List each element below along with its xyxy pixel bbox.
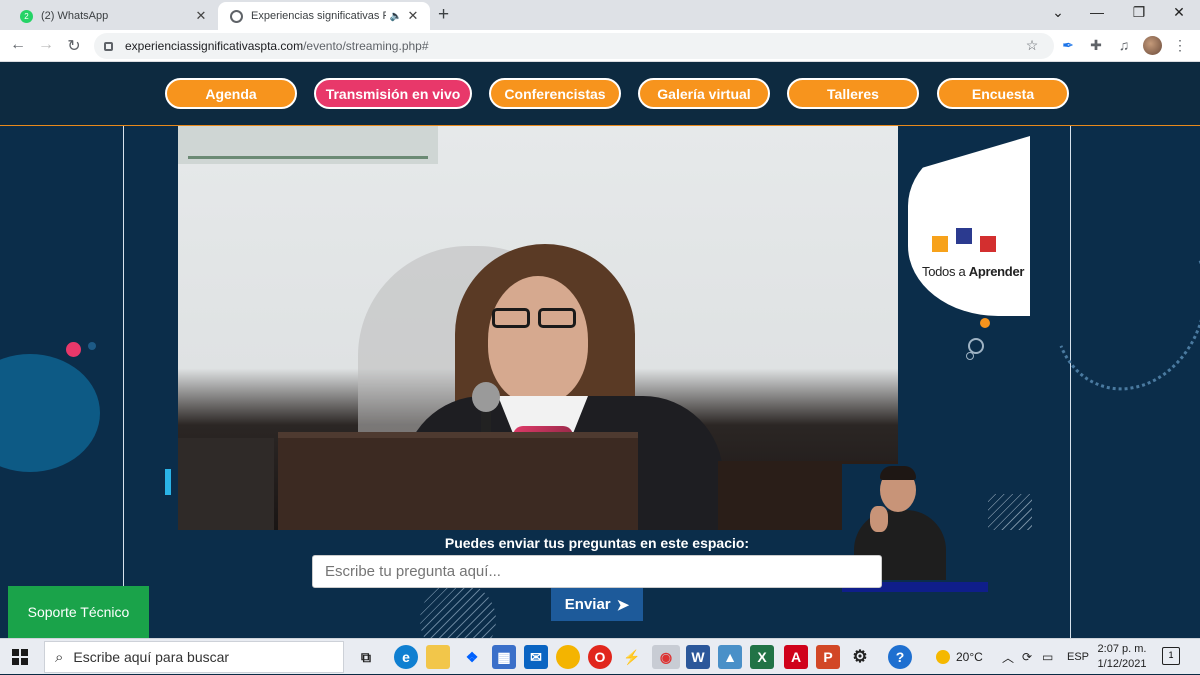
decor-bar: [165, 469, 171, 495]
cubes-icon: [932, 228, 1002, 256]
tray-chevron-icon[interactable]: ︿: [1002, 639, 1014, 675]
word-icon[interactable]: W: [686, 645, 710, 669]
windows-start-icon[interactable]: [12, 649, 28, 665]
acrobat-icon[interactable]: A: [784, 645, 808, 669]
speaker-glasses: [492, 308, 584, 330]
decor-dot: [980, 318, 990, 328]
lock-icon: [104, 41, 113, 51]
microphone-icon: [472, 382, 500, 412]
edge-icon[interactable]: e: [394, 645, 418, 669]
tab-title: Experiencias significativas PT: [251, 10, 386, 22]
menu-kebab-icon[interactable]: ⋮: [1170, 37, 1190, 54]
system-clock[interactable]: 2:07 p. m. 1/12/2021: [1096, 642, 1148, 672]
store-icon[interactable]: ▦: [492, 645, 516, 669]
projection-screen: [178, 126, 438, 164]
browser-toolbar: ← → ↻ experienciassignificativaspta.com /…: [0, 30, 1200, 62]
send-button[interactable]: Enviar ➤: [551, 588, 643, 621]
app-icon[interactable]: ⚡: [620, 645, 644, 669]
tab-experiencias[interactable]: Experiencias significativas PT 🔈 ✕: [218, 2, 430, 30]
taskbar-search-placeholder: Escribe aquí para buscar: [73, 649, 230, 665]
profile-avatar[interactable]: [1143, 36, 1162, 55]
weather-widget[interactable]: 20°C: [936, 639, 983, 675]
speaker-icon[interactable]: 🔈: [390, 11, 402, 22]
decor-dotted-arc: [1028, 191, 1200, 413]
forward-icon[interactable]: →: [36, 36, 56, 54]
close-window-button[interactable]: ✕: [1164, 4, 1194, 21]
podium: [278, 432, 638, 530]
back-icon[interactable]: ←: [8, 36, 28, 54]
globe-icon: [230, 9, 243, 23]
minimize-button[interactable]: —: [1082, 4, 1112, 20]
extension-pen-icon[interactable]: ✒: [1058, 37, 1078, 54]
chrome-icon[interactable]: ◉: [652, 645, 680, 669]
nav-talleres[interactable]: Talleres: [787, 78, 919, 109]
clock-date: 1/12/2021: [1097, 658, 1147, 670]
nav-transmision-en-vivo[interactable]: Transmisión en vivo: [314, 78, 472, 109]
task-view-icon[interactable]: ⧉: [354, 645, 378, 669]
decor-stripes: [988, 494, 1032, 530]
decor-circle: [0, 354, 100, 472]
speaker-face: [488, 276, 588, 404]
excel-icon[interactable]: X: [750, 645, 774, 669]
language-indicator[interactable]: ESP: [1067, 639, 1089, 675]
questions-label: Puedes enviar tus preguntas en este espa…: [444, 535, 750, 551]
decor-ring: [966, 352, 974, 360]
settings-gear-icon[interactable]: ⚙: [848, 645, 872, 669]
todos-a-aprender-logo: Todos a Aprender: [908, 136, 1030, 316]
tab-strip: 2 (2) WhatsApp ✕ Experiencias significat…: [0, 0, 1200, 30]
temperature: 20°C: [956, 650, 983, 664]
windows-taskbar: ⌕ Escribe aquí para buscar ⧉ e ❖ ▦ ✉ O ⚡…: [0, 638, 1200, 674]
frame-line-left: [123, 126, 124, 638]
decor-stripes: [420, 582, 496, 638]
bookmark-star-icon[interactable]: ☆: [1022, 37, 1042, 54]
chrome-canary-icon[interactable]: [556, 645, 580, 669]
search-icon: ⌕: [55, 648, 64, 666]
media-control-icon[interactable]: ♫: [1114, 37, 1134, 53]
url-path: /evento/streaming.php#: [303, 39, 429, 53]
powerpoint-icon[interactable]: P: [816, 645, 840, 669]
photos-icon[interactable]: ▲: [718, 645, 742, 669]
decor-dot: [66, 342, 81, 357]
nav-encuesta[interactable]: Encuesta: [937, 78, 1069, 109]
restore-button[interactable]: ❐: [1124, 4, 1154, 21]
address-bar[interactable]: experienciassignificativaspta.com/evento…: [94, 33, 1054, 59]
whatsapp-icon: 2: [20, 9, 33, 23]
notifications-icon[interactable]: 1: [1162, 647, 1180, 665]
tab-search-icon[interactable]: ⌄: [1043, 4, 1073, 21]
help-icon[interactable]: ?: [888, 645, 912, 669]
opera-icon[interactable]: O: [588, 645, 612, 669]
paper-plane-icon: ➤: [616, 596, 630, 614]
mail-icon[interactable]: ✉: [524, 645, 548, 669]
question-input[interactable]: [312, 555, 882, 588]
taskbar-search[interactable]: ⌕ Escribe aquí para buscar: [44, 641, 344, 673]
dropbox-icon[interactable]: ❖: [460, 645, 484, 669]
nav-conferencistas[interactable]: Conferencistas: [489, 78, 621, 109]
logo-text: Todos a Aprender: [922, 264, 1025, 279]
site-navbar: Agenda Transmisión en vivo Conferencista…: [0, 62, 1200, 126]
nav-agenda[interactable]: Agenda: [165, 78, 297, 109]
new-tab-button[interactable]: +: [438, 4, 449, 26]
frame-line-right: [1070, 126, 1071, 638]
stage-side: [178, 438, 274, 530]
reload-icon[interactable]: ↻: [64, 36, 84, 56]
tab-title: (2) WhatsApp: [41, 10, 109, 22]
tray-network-icon[interactable]: ▭: [1042, 639, 1053, 675]
decor-dot: [88, 342, 96, 350]
sun-icon: [936, 650, 950, 664]
send-label: Enviar: [564, 596, 611, 613]
close-tab-icon[interactable]: ✕: [194, 8, 208, 24]
tray-sync-icon[interactable]: ⟳: [1022, 639, 1032, 675]
extensions-puzzle-icon[interactable]: ✚: [1086, 37, 1106, 54]
file-explorer-icon[interactable]: [426, 645, 450, 669]
nav-galeria-virtual[interactable]: Galería virtual: [638, 78, 770, 109]
live-video-player[interactable]: [178, 126, 898, 530]
streaming-page: Agenda Transmisión en vivo Conferencista…: [0, 62, 1200, 638]
url-domain: experienciassignificativaspta.com: [125, 39, 304, 53]
support-button[interactable]: Soporte Técnico: [8, 586, 149, 638]
clock-time: 2:07 p. m.: [1097, 643, 1147, 655]
tab-whatsapp[interactable]: 2 (2) WhatsApp ✕: [8, 2, 218, 30]
close-tab-icon[interactable]: ✕: [406, 8, 420, 24]
